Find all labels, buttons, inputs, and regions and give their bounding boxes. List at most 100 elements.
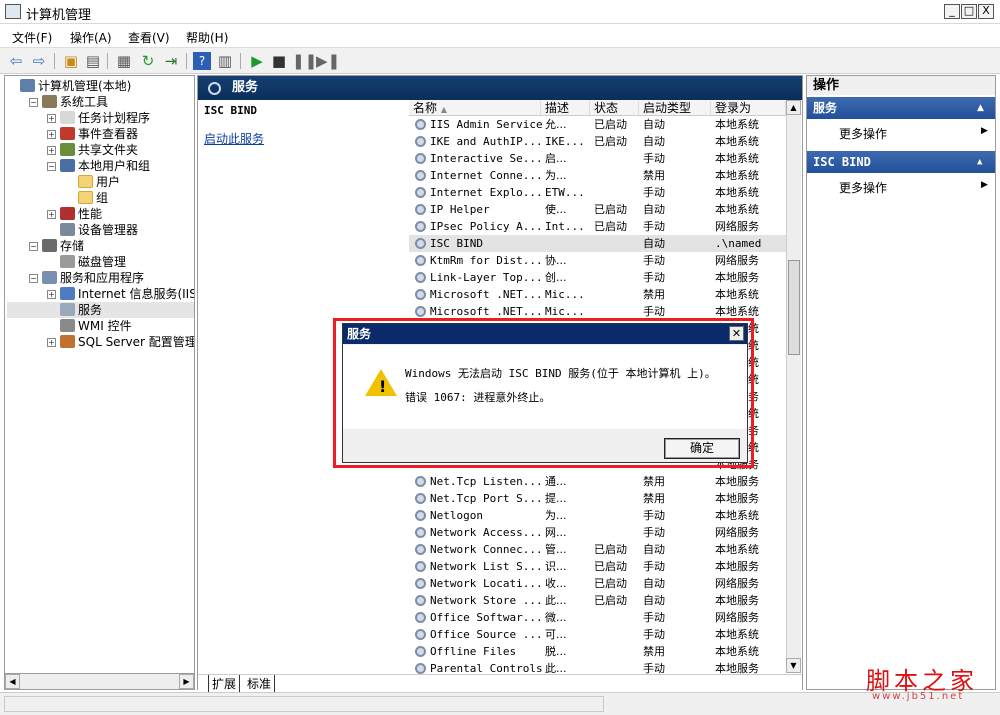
collapse-icon[interactable]: ▲ bbox=[977, 97, 984, 119]
gear-icon bbox=[60, 303, 75, 316]
up-icon[interactable]: ▣ bbox=[62, 52, 80, 70]
tree-item[interactable]: + 任务计划程序 bbox=[7, 110, 194, 126]
service-logon-as: 本地系统 bbox=[715, 288, 759, 301]
view-icon[interactable]: ▥ bbox=[216, 52, 234, 70]
tree-item[interactable]: + Internet 信息服务(IIS bbox=[7, 286, 194, 302]
tree-item[interactable]: 用户 bbox=[7, 174, 194, 190]
tree-item[interactable]: 组 bbox=[7, 190, 194, 206]
col-description[interactable]: 描述 bbox=[541, 101, 590, 115]
service-row[interactable]: Network Store ... 此... 已启动 自动 本地服务 bbox=[409, 592, 786, 609]
col-status[interactable]: 状态 bbox=[590, 101, 639, 115]
scroll-left-icon[interactable]: ◀ bbox=[5, 674, 20, 689]
service-row[interactable]: Interactive Se... 启... 手动 本地系统 bbox=[409, 150, 786, 167]
service-row[interactable]: Network Locati... 收... 已启动 自动 网络服务 bbox=[409, 575, 786, 592]
tree-horizontal-scrollbar[interactable]: ◀ ▶ bbox=[4, 673, 195, 690]
tree-item[interactable]: − 本地用户和组 bbox=[7, 158, 194, 174]
tree-item[interactable]: 计算机管理(本地) bbox=[7, 78, 194, 94]
actions-section-services[interactable]: 服务 ▲ bbox=[807, 97, 995, 119]
more-actions-services[interactable]: 更多操作 bbox=[839, 125, 887, 142]
export-icon[interactable]: ⇥ bbox=[162, 52, 180, 70]
collapse-icon[interactable]: − bbox=[29, 98, 38, 107]
stop-icon[interactable]: ■ bbox=[270, 52, 288, 70]
help-icon[interactable]: ? bbox=[193, 52, 211, 70]
start-service-link[interactable]: 启动此服务 bbox=[204, 130, 264, 147]
tab-standard[interactable]: 标准 bbox=[244, 675, 276, 692]
services-vertical-scrollbar[interactable] bbox=[786, 100, 801, 673]
service-row[interactable]: Netlogon 为... 手动 本地系统 bbox=[409, 507, 786, 524]
status-field bbox=[4, 696, 604, 712]
actions-section-isc-bind[interactable]: ISC BIND ▲ bbox=[807, 151, 995, 173]
play-icon[interactable]: ▶ bbox=[248, 52, 266, 70]
scroll-up-icon[interactable]: ▲ bbox=[786, 100, 801, 115]
expand-icon[interactable]: + bbox=[47, 146, 56, 155]
expand-icon[interactable]: + bbox=[47, 114, 56, 123]
collapse-icon[interactable]: − bbox=[47, 162, 56, 171]
scroll-down-icon[interactable]: ▼ bbox=[786, 658, 801, 673]
service-row[interactable]: Network Connec... 管... 已启动 自动 本地系统 bbox=[409, 541, 786, 558]
service-row[interactable]: Internet Conne... 为... 禁用 本地系统 bbox=[409, 167, 786, 184]
tree-item[interactable]: + SQL Server 配置管理器 bbox=[7, 334, 194, 350]
resume-icon[interactable]: ▶❚ bbox=[316, 52, 340, 70]
service-row[interactable]: ISC BIND 自动 .\named bbox=[409, 235, 786, 252]
tree-item[interactable]: − 系统工具 bbox=[7, 94, 194, 110]
tab-extended[interactable]: 扩展 bbox=[208, 675, 241, 692]
col-name[interactable]: 名称 ▲ bbox=[409, 101, 541, 115]
tree-item[interactable]: 磁盘管理 bbox=[7, 254, 194, 270]
menu-help[interactable]: 帮助(H) bbox=[186, 29, 228, 46]
scroll-thumb[interactable] bbox=[788, 260, 800, 355]
maximize-button[interactable]: □ bbox=[961, 4, 977, 19]
service-row[interactable]: IP Helper 使... 已启动 自动 本地系统 bbox=[409, 201, 786, 218]
tree-item[interactable]: WMI 控件 bbox=[7, 318, 194, 334]
tree-item-label: 服务 bbox=[78, 303, 103, 317]
menu-action[interactable]: 操作(A) bbox=[70, 29, 112, 46]
service-row[interactable]: Office Softwar... 微... 手动 网络服务 bbox=[409, 609, 786, 626]
back-icon[interactable]: ⇦ bbox=[7, 52, 25, 70]
tree-item[interactable]: + 事件查看器 bbox=[7, 126, 194, 142]
service-row[interactable]: IIS Admin Service 允... 已启动 自动 本地系统 bbox=[409, 116, 786, 133]
collapse-icon[interactable]: − bbox=[29, 242, 38, 251]
col-logon-as[interactable]: 登录为 bbox=[711, 101, 786, 115]
expand-icon[interactable]: + bbox=[47, 130, 56, 139]
service-startup-type: 禁用 bbox=[643, 288, 665, 301]
properties-icon[interactable]: ▦ bbox=[115, 52, 133, 70]
menu-file[interactable]: 文件(F) bbox=[12, 29, 52, 46]
show-hide-tree-icon[interactable]: ▤ bbox=[84, 52, 102, 70]
service-row[interactable]: Network Access... 网... 手动 网络服务 bbox=[409, 524, 786, 541]
service-row[interactable]: IKE and AuthIP... IKE... 已启动 自动 本地系统 bbox=[409, 133, 786, 150]
service-row[interactable]: IPsec Policy A... Int... 已启动 手动 网络服务 bbox=[409, 218, 786, 235]
tree-item[interactable]: − 服务和应用程序 bbox=[7, 270, 194, 286]
more-actions-isc-bind[interactable]: 更多操作 bbox=[839, 179, 887, 196]
minimize-button[interactable]: _ bbox=[944, 4, 960, 19]
service-status: 已启动 bbox=[594, 118, 627, 131]
service-row[interactable]: Office Source ... 可... 手动 本地系统 bbox=[409, 626, 786, 643]
forward-icon[interactable]: ⇨ bbox=[30, 52, 48, 70]
service-row[interactable]: Network List S... 识... 已启动 手动 本地服务 bbox=[409, 558, 786, 575]
service-gear-icon bbox=[415, 136, 426, 147]
scroll-right-icon[interactable]: ▶ bbox=[179, 674, 194, 689]
expand-icon[interactable]: + bbox=[47, 338, 56, 347]
service-row[interactable]: Link-Layer Top... 创... 手动 本地服务 bbox=[409, 269, 786, 286]
col-startup-type[interactable]: 启动类型 bbox=[639, 101, 711, 115]
service-row[interactable]: Net.Tcp Port S... 提... 禁用 本地服务 bbox=[409, 490, 786, 507]
tree-item[interactable]: + 共享文件夹 bbox=[7, 142, 194, 158]
collapse-icon[interactable]: ▲ bbox=[977, 151, 982, 173]
tree-item[interactable]: 设备管理器 bbox=[7, 222, 194, 238]
service-row[interactable]: KtmRm for Dist... 协... 手动 网络服务 bbox=[409, 252, 786, 269]
expand-icon[interactable]: + bbox=[47, 210, 56, 219]
collapse-icon[interactable]: − bbox=[29, 274, 38, 283]
pause-icon[interactable]: ❚❚ bbox=[292, 52, 317, 70]
expand-icon[interactable]: + bbox=[47, 290, 56, 299]
service-row[interactable]: Offline Files 脱... 禁用 本地系统 bbox=[409, 643, 786, 660]
service-row[interactable]: Microsoft .NET... Mic... 禁用 本地系统 bbox=[409, 286, 786, 303]
service-row[interactable]: Net.Tcp Listen... 通... 禁用 本地服务 bbox=[409, 473, 786, 490]
service-row[interactable]: Internet Explo... ETW... 手动 本地系统 bbox=[409, 184, 786, 201]
close-button[interactable]: X bbox=[978, 4, 994, 19]
tree-item[interactable]: 服务 bbox=[7, 302, 194, 318]
service-startup-type: 自动 bbox=[643, 543, 665, 556]
tree-item[interactable]: − 存储 bbox=[7, 238, 194, 254]
menu-view[interactable]: 查看(V) bbox=[128, 29, 170, 46]
service-description: ETW... bbox=[545, 186, 585, 199]
refresh-icon[interactable]: ↻ bbox=[139, 52, 157, 70]
service-description: 微... bbox=[545, 611, 567, 624]
tree-item[interactable]: + 性能 bbox=[7, 206, 194, 222]
